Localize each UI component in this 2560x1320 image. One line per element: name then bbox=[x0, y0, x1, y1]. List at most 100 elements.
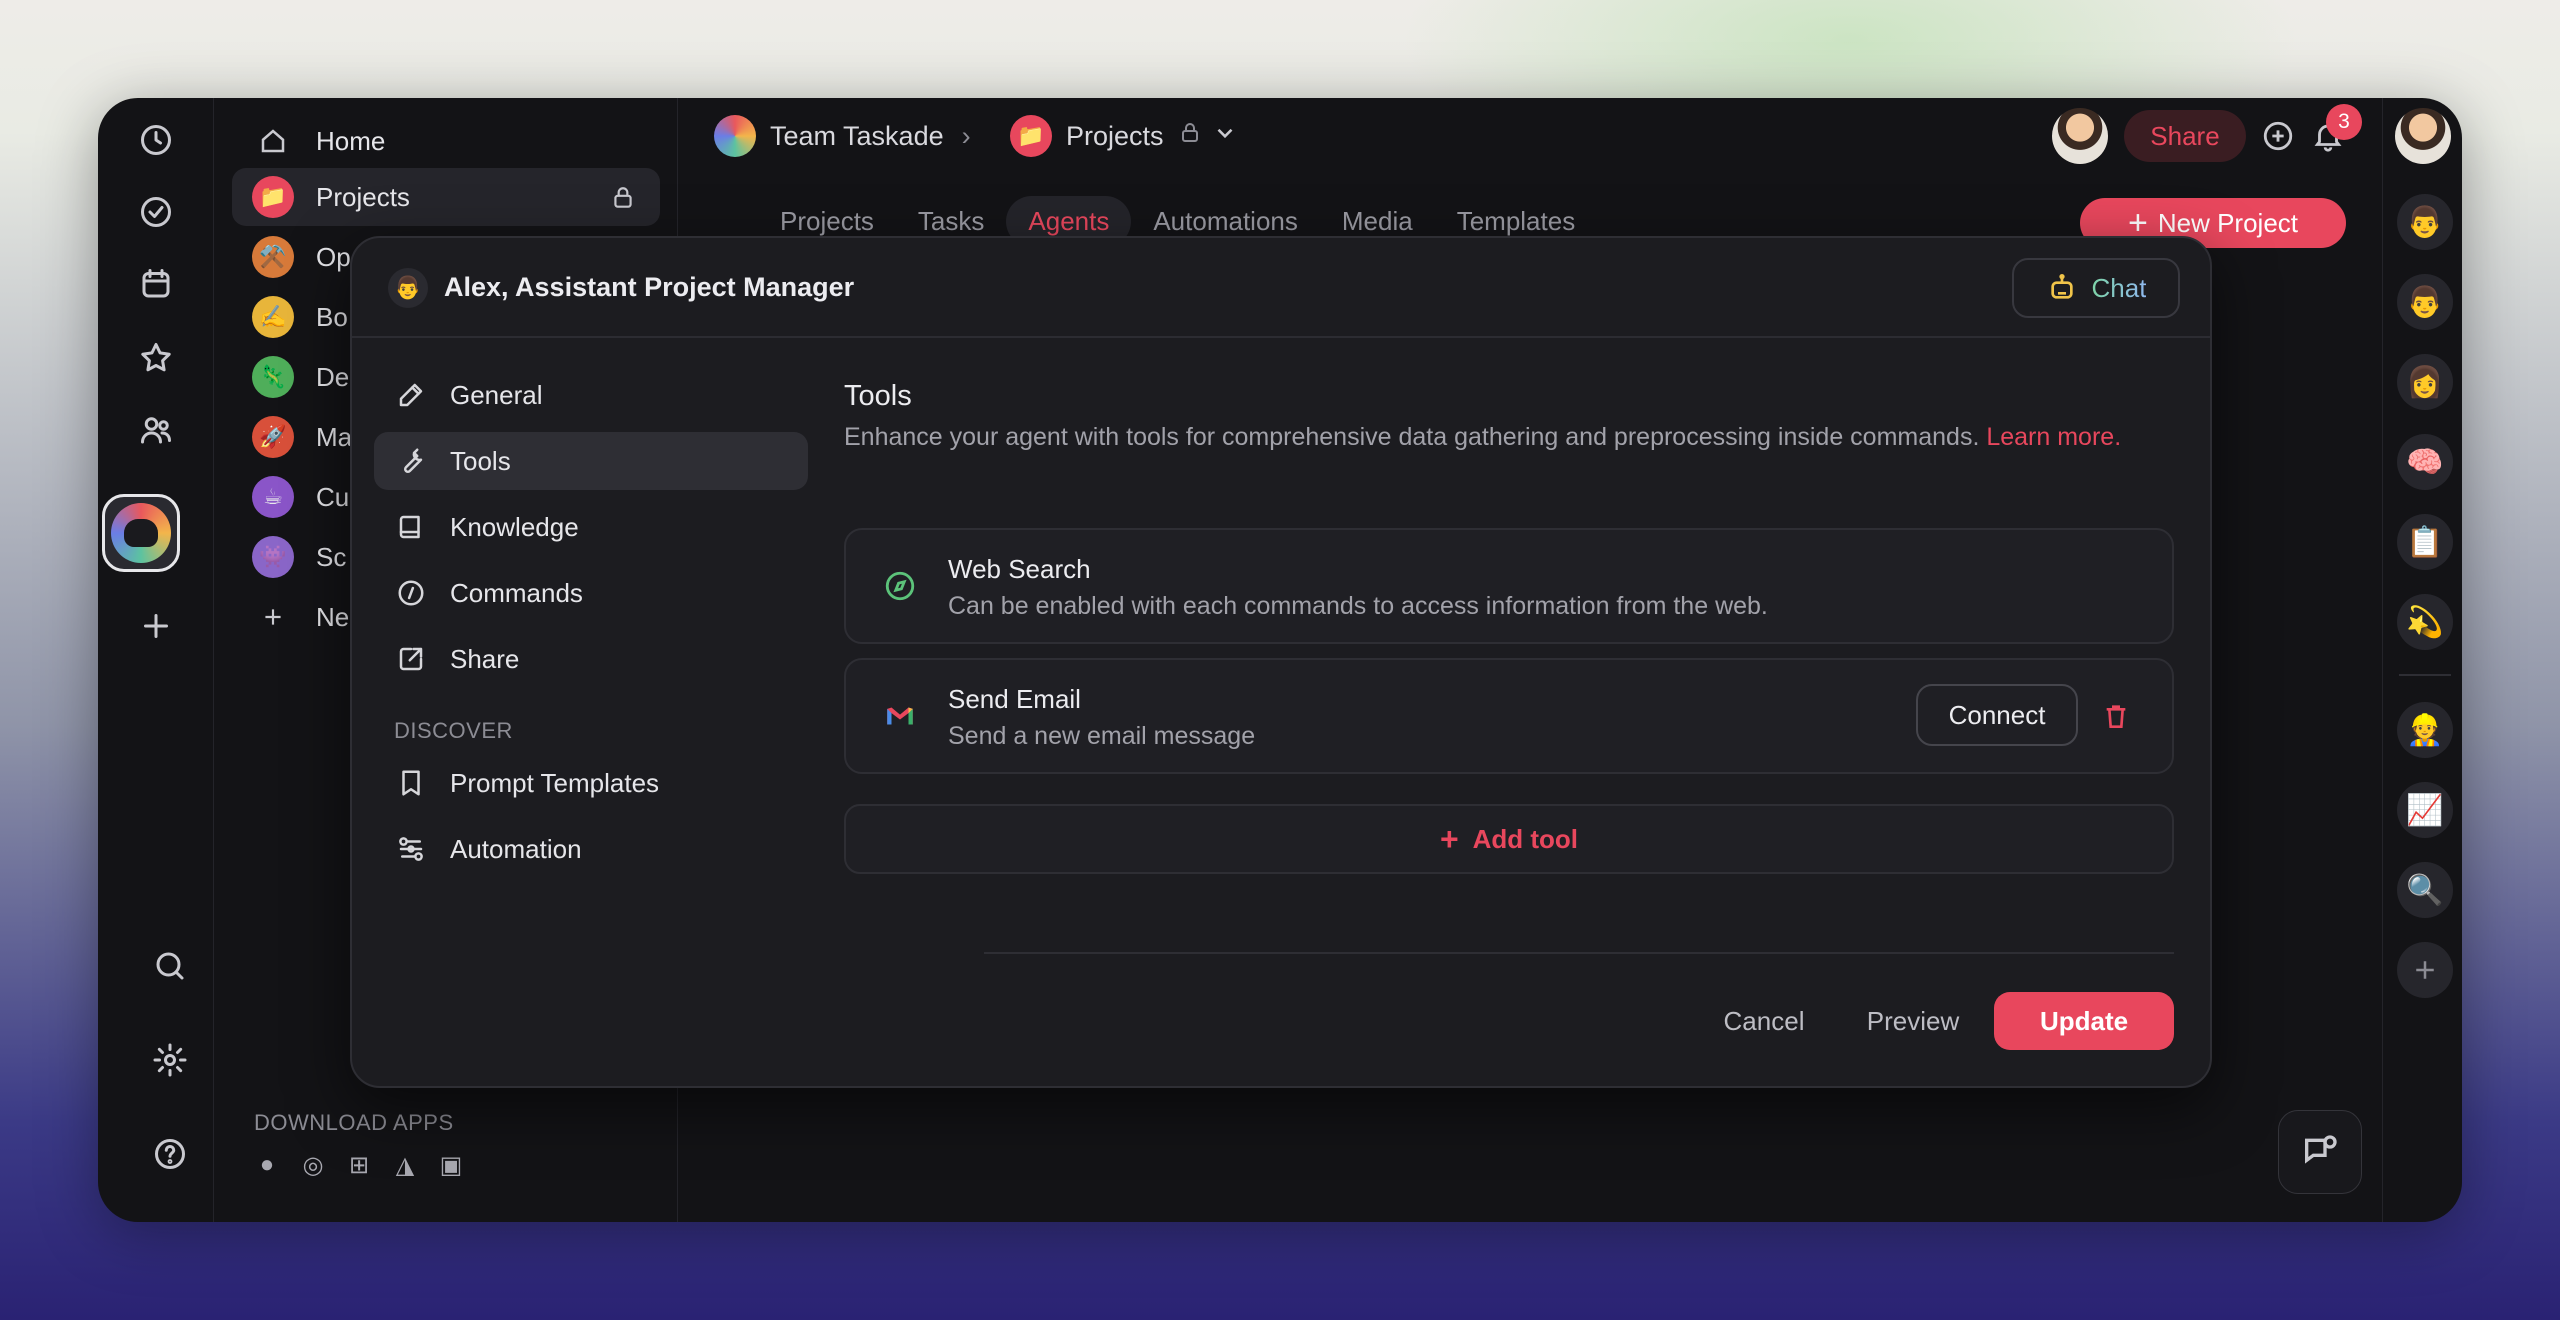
modal-nav-prompt-templates[interactable]: Prompt Templates bbox=[374, 754, 808, 812]
sidebar-item-label: Home bbox=[316, 125, 386, 156]
agent-avatar[interactable]: 👨 bbox=[2397, 194, 2453, 250]
agents-rail: 👨 👨 👩 🧠 📋 💫 👷 📈 🔍 bbox=[2382, 98, 2462, 1222]
modal-nav-label: Share bbox=[450, 643, 520, 674]
folder-icon: 📁 bbox=[252, 176, 294, 218]
compass-icon bbox=[882, 568, 918, 604]
modal-nav-tools[interactable]: Tools bbox=[374, 432, 808, 490]
update-button[interactable]: Update bbox=[1994, 992, 2174, 1050]
chevron-down-icon[interactable] bbox=[1212, 120, 1238, 153]
breadcrumb-workspace[interactable]: Team Taskade › bbox=[714, 112, 971, 160]
divider bbox=[984, 952, 2174, 954]
project-emoji-icon: ✍️ bbox=[252, 296, 294, 338]
check-circle-icon[interactable] bbox=[136, 192, 176, 232]
agent-avatar[interactable]: 🔍 bbox=[2397, 862, 2453, 918]
agent-avatar: 👨 bbox=[388, 268, 428, 308]
tool-name: Web Search bbox=[948, 554, 1091, 584]
project-emoji-icon: 🚀 bbox=[252, 416, 294, 458]
agent-settings-modal: 👨 Alex, Assistant Project Manager Chat G… bbox=[350, 236, 2212, 1088]
trash-icon[interactable] bbox=[2100, 700, 2132, 732]
add-agent-icon[interactable] bbox=[2397, 942, 2453, 998]
agent-avatar[interactable]: 📈 bbox=[2397, 782, 2453, 838]
modal-nav-label: Prompt Templates bbox=[450, 767, 660, 798]
sidebar-item-label: Cu bbox=[316, 481, 350, 512]
preview-button[interactable]: Preview bbox=[1848, 992, 1978, 1050]
help-icon[interactable] bbox=[150, 1134, 190, 1174]
lock-icon bbox=[610, 185, 636, 218]
pencil-icon bbox=[399, 383, 423, 407]
folder-icon: 📁 bbox=[1010, 115, 1052, 157]
agent-avatar[interactable]: 🧠 bbox=[2397, 434, 2453, 490]
agent-avatar[interactable]: 📋 bbox=[2397, 514, 2453, 570]
download-apps-icons: ● ◎ ⊞ ◮ ▣ bbox=[254, 1151, 464, 1179]
agent-avatar[interactable]: 💫 bbox=[2397, 594, 2453, 650]
workspace-badge-icon bbox=[714, 115, 756, 157]
notification-badge: 3 bbox=[2326, 104, 2362, 140]
modal-nav-label: Tools bbox=[450, 445, 511, 476]
tool-description: Can be enabled with each commands to acc… bbox=[948, 592, 1768, 620]
star-icon[interactable] bbox=[136, 338, 176, 378]
chat-support-button[interactable] bbox=[2278, 1110, 2362, 1194]
book-icon bbox=[399, 515, 420, 539]
breadcrumb-workspace-label: Team Taskade bbox=[770, 120, 944, 151]
wrench-icon bbox=[403, 448, 423, 474]
connect-button[interactable]: Connect bbox=[1916, 684, 2078, 746]
description-text: Enhance your agent with tools for compre… bbox=[844, 423, 1980, 451]
chat-bubble-icon bbox=[2305, 1135, 2337, 1164]
learn-more-link[interactable]: Learn more. bbox=[1986, 423, 2121, 451]
slash-icon bbox=[398, 580, 424, 606]
bookmark-icon bbox=[402, 770, 420, 796]
modal-nav-label: Automation bbox=[450, 833, 582, 864]
modal-title: Alex, Assistant Project Manager bbox=[444, 272, 855, 302]
modal-header: 👨 Alex, Assistant Project Manager Chat bbox=[352, 238, 2210, 338]
modal-nav-general[interactable]: General bbox=[374, 366, 808, 424]
add-circle-icon[interactable] bbox=[2258, 116, 2298, 156]
share-icon bbox=[399, 647, 423, 671]
modal-nav-automation[interactable]: Automation bbox=[374, 820, 808, 878]
cancel-button[interactable]: Cancel bbox=[1694, 992, 1834, 1050]
user-avatar[interactable] bbox=[2395, 108, 2451, 164]
modal-nav-knowledge[interactable]: Knowledge bbox=[374, 498, 808, 556]
sidebar-item-home[interactable]: Home bbox=[232, 112, 660, 170]
agent-avatar[interactable]: 👷 bbox=[2397, 702, 2453, 758]
modal-nav-label: General bbox=[450, 379, 543, 410]
breadcrumb-folder[interactable]: 📁 Projects bbox=[1010, 112, 1238, 160]
sidebar-item-label: Ne bbox=[316, 601, 350, 632]
add-tool-button[interactable]: + Add tool bbox=[844, 804, 2174, 874]
agent-avatar[interactable]: 👨 bbox=[2397, 274, 2453, 330]
sidebar-item-label: Ma bbox=[316, 421, 353, 452]
app-window: Home 📁 Projects ⚒️ Op ✍️ Bo 🦎 De 🚀 Ma ☕ … bbox=[98, 98, 2462, 1222]
calendar-icon[interactable] bbox=[136, 264, 176, 304]
chrome-icon[interactable]: ◎ bbox=[300, 1152, 326, 1179]
plus-icon[interactable] bbox=[136, 606, 176, 646]
project-emoji-icon: 👾 bbox=[252, 536, 294, 578]
chat-button[interactable]: Chat bbox=[2012, 258, 2180, 318]
appstore-icon[interactable]: ◮ bbox=[392, 1152, 418, 1179]
user-avatar[interactable] bbox=[2052, 108, 2108, 164]
plus-icon: + bbox=[2127, 204, 2148, 242]
gear-icon[interactable] bbox=[150, 1040, 190, 1080]
download-apps-title: DOWNLOAD APPS bbox=[254, 1110, 454, 1135]
automation-icon bbox=[399, 837, 423, 861]
project-emoji-icon: ☕ bbox=[252, 476, 294, 518]
modal-nav-label: Commands bbox=[450, 577, 583, 608]
android-icon[interactable]: ▣ bbox=[438, 1152, 464, 1179]
agent-avatar[interactable]: 👩 bbox=[2397, 354, 2453, 410]
project-emoji-icon: ⚒️ bbox=[252, 236, 294, 278]
breadcrumb-folder-label: Projects bbox=[1066, 120, 1164, 151]
workspace-avatar[interactable] bbox=[102, 494, 180, 572]
home-icon bbox=[252, 120, 294, 162]
tool-card-web-search[interactable]: Web Search Can be enabled with each comm… bbox=[844, 528, 2174, 644]
recent-icon[interactable] bbox=[136, 120, 176, 160]
apple-icon[interactable]: ● bbox=[254, 1151, 280, 1178]
plus-icon: + bbox=[1439, 821, 1459, 857]
modal-nav-share[interactable]: Share bbox=[374, 630, 808, 688]
tool-card-send-email[interactable]: Send Email Send a new email message Conn… bbox=[844, 658, 2174, 774]
share-button[interactable]: Share bbox=[2124, 110, 2246, 162]
sidebar-item-projects[interactable]: 📁 Projects bbox=[232, 168, 660, 226]
search-icon[interactable] bbox=[150, 946, 190, 986]
modal-nav-commands[interactable]: Commands bbox=[374, 564, 808, 622]
people-icon[interactable] bbox=[136, 410, 176, 450]
sidebar-item-label: Projects bbox=[316, 181, 410, 212]
windows-icon[interactable]: ⊞ bbox=[346, 1152, 372, 1179]
icon-rail bbox=[98, 98, 214, 1222]
